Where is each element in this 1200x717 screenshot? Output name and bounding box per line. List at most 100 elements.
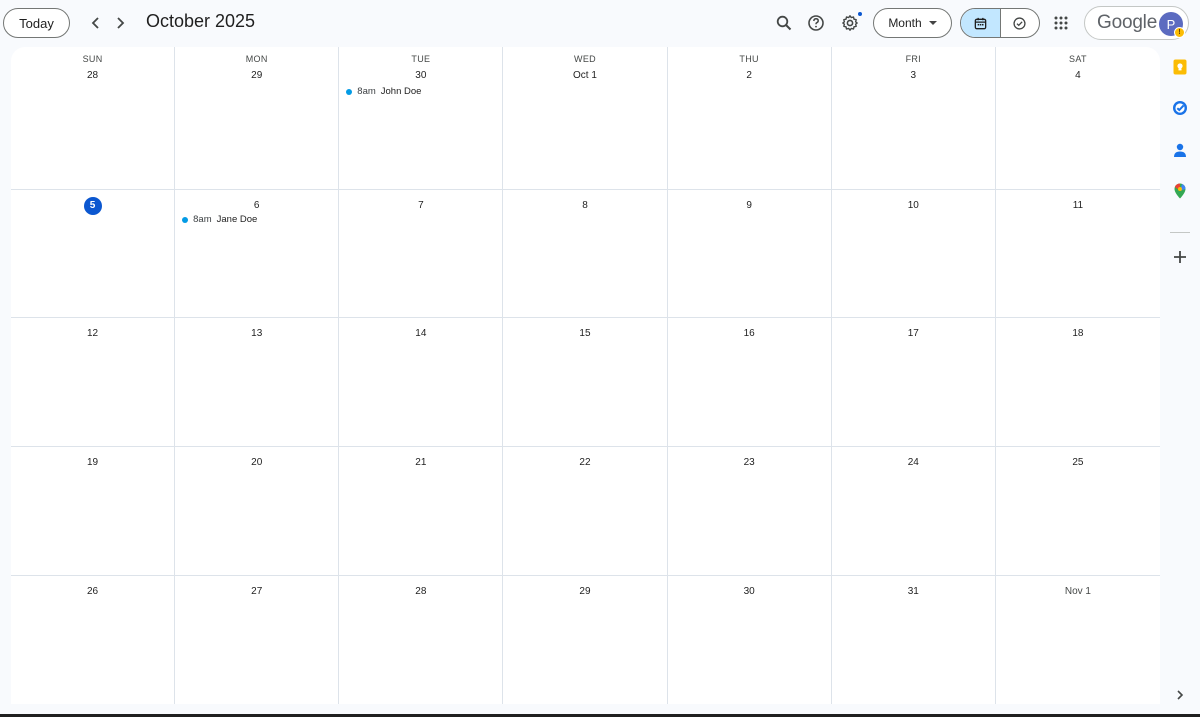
day-cell[interactable]: 28 [339,576,504,704]
day-cell[interactable]: 11 [995,190,1160,318]
day-cell[interactable]: 14 [339,318,504,447]
date-number[interactable]: 24 [904,454,922,472]
event-title: John Doe [380,86,422,97]
date-number[interactable]: 30 [412,67,430,85]
get-addons-button[interactable] [1171,248,1189,266]
day-cell[interactable]: 29 [503,576,668,704]
date-number[interactable]: 18 [1069,325,1087,343]
day-cell[interactable]: 9 [667,190,832,318]
day-cell[interactable]: 15 [503,318,668,447]
day-cell[interactable]: FRI 3 [831,47,996,190]
day-cell[interactable]: SAT 4 [995,47,1160,190]
date-number[interactable]: 26 [84,583,102,601]
date-number[interactable]: 27 [248,583,266,601]
settings-button[interactable] [837,10,863,36]
day-cell[interactable]: 8 [503,190,668,318]
maps-button[interactable] [1171,182,1189,200]
date-number[interactable]: 14 [412,325,430,343]
day-cell[interactable]: SUN 28 [11,47,176,190]
day-cell[interactable]: 18 [995,318,1160,447]
day-cell[interactable]: THU 2 [667,47,832,190]
gear-icon [842,15,858,31]
date-number[interactable]: 25 [1069,454,1087,472]
day-cell[interactable]: 31 [832,576,996,704]
day-cell[interactable]: 7 [339,190,504,318]
today-button[interactable]: Today [3,8,70,38]
top-bar: Today October 2025 Month Google P ! [0,0,1200,46]
tasks-button[interactable] [1171,99,1189,117]
tasks-view-toggle[interactable] [1001,9,1040,37]
date-number[interactable]: Oct 1 [573,67,597,85]
expand-side-panel-button[interactable] [1171,686,1189,704]
date-number[interactable]: 11 [1069,197,1087,215]
day-cell[interactable]: 25 [995,447,1160,576]
date-number[interactable]: 28 [412,583,430,601]
month-grid-cells: SUN 28 MON 29 TUE 30 8am John Doe WED Oct 1 THU 2 FR… [11,47,1160,704]
date-number[interactable]: 7 [412,197,430,215]
help-button[interactable] [803,10,829,36]
date-number[interactable]: 23 [740,454,758,472]
date-number[interactable]: 21 [412,454,430,472]
date-number[interactable]: 8 [576,197,594,215]
day-cell[interactable]: 20 [175,447,340,576]
help-icon [808,15,824,31]
date-number[interactable]: 31 [904,583,922,601]
day-cell[interactable]: 30 [668,576,832,704]
date-number[interactable]: 17 [904,325,922,343]
date-number[interactable]: Nov 1 [1065,583,1091,601]
day-cell[interactable]: TUE 30 8am John Doe [339,47,504,190]
event-chip[interactable]: 8am John Doe [346,86,421,97]
day-cell[interactable]: 13 [175,318,340,447]
view-selector[interactable]: Month [873,8,952,38]
day-cell[interactable]: 19 [11,447,176,576]
date-number[interactable]: 4 [1069,67,1087,85]
maps-icon [1174,183,1186,199]
date-number[interactable]: 15 [576,325,594,343]
search-button[interactable] [771,10,797,36]
account-switcher[interactable]: Google P ! [1084,6,1189,40]
weekday-header: WED [574,54,596,64]
day-cell[interactable]: MON 29 [175,47,340,190]
day-cell[interactable]: 26 [11,576,176,704]
day-cell[interactable]: 24 [831,447,996,576]
contacts-icon [1174,143,1186,157]
day-cell[interactable]: WED Oct 1 [503,47,668,190]
day-cell[interactable]: 21 [339,447,504,576]
day-cell[interactable]: 23 [667,447,832,576]
date-number[interactable]: 29 [576,583,594,601]
google-apps-button[interactable] [1050,10,1072,36]
date-number[interactable]: 13 [248,325,266,343]
weekday-header: TUE [411,54,431,64]
calendar-view-toggle[interactable] [961,9,1001,37]
settings-notification-dot [857,11,863,17]
date-number[interactable]: 29 [248,67,266,85]
date-number[interactable]: 12 [84,325,102,343]
date-number[interactable]: 10 [904,197,922,215]
date-number[interactable]: 2 [740,67,758,85]
day-cell[interactable]: 10 [831,190,996,318]
avatar[interactable]: P ! [1159,12,1185,38]
day-cell[interactable]: 16 [667,318,832,447]
date-number[interactable]: 6 [248,197,266,215]
date-number[interactable]: 16 [740,325,758,343]
day-cell[interactable]: 22 [503,447,668,576]
today-date-number[interactable]: 5 [83,197,102,215]
day-cell[interactable]: 5 [11,190,176,318]
day-cell[interactable]: Nov 1 [996,576,1160,704]
date-number[interactable]: 20 [248,454,266,472]
date-number[interactable]: 28 [84,67,102,85]
date-number[interactable]: 30 [740,583,758,601]
contacts-button[interactable] [1171,141,1189,159]
next-month-button[interactable] [108,11,132,35]
date-number[interactable]: 9 [740,197,758,215]
day-cell[interactable]: 6 8am Jane Doe [175,190,340,318]
previous-month-button[interactable] [84,11,108,35]
day-cell[interactable]: 12 [11,318,176,447]
date-number[interactable]: 22 [576,454,594,472]
day-cell[interactable]: 17 [831,318,996,447]
date-number[interactable]: 3 [904,67,922,85]
date-number[interactable]: 19 [84,454,102,472]
event-chip[interactable]: 8am Jane Doe [182,214,257,225]
day-cell[interactable]: 27 [175,576,340,704]
keep-button[interactable] [1171,58,1189,76]
